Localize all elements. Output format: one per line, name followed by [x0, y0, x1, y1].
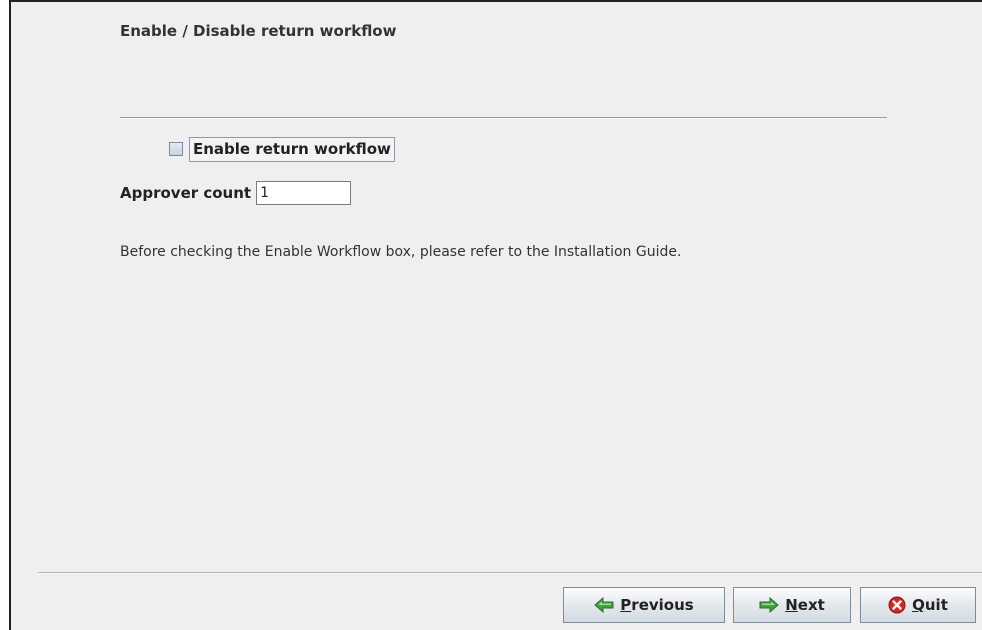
- enable-workflow-label[interactable]: Enable return workflow: [189, 136, 395, 162]
- previous-label: Previous: [620, 596, 693, 614]
- quit-label: Quit: [912, 596, 948, 614]
- bottom-separator: [38, 572, 982, 574]
- next-mnemonic: N: [785, 596, 798, 614]
- page-title: Enable / Disable return workflow: [120, 22, 397, 40]
- approver-count-input[interactable]: 1: [256, 181, 352, 205]
- arrow-left-icon: [594, 597, 614, 613]
- info-text: Before checking the Enable Workflow box,…: [120, 244, 682, 260]
- previous-mnemonic: P: [620, 596, 632, 614]
- quit-mnemonic: Q: [912, 596, 925, 614]
- top-separator: [120, 117, 887, 119]
- next-button[interactable]: Next: [733, 587, 851, 623]
- checkbox-box[interactable]: [169, 142, 183, 156]
- previous-label-rest: revious: [631, 596, 694, 614]
- stop-icon: [888, 596, 906, 614]
- next-label-rest: ext: [797, 596, 825, 614]
- approver-count-row: Approver count 1: [120, 180, 352, 206]
- installer-window: Enable / Disable return workflow Enable …: [9, 0, 982, 630]
- approver-count-label: Approver count: [120, 184, 252, 202]
- arrow-right-icon: [759, 597, 779, 613]
- previous-button[interactable]: Previous: [563, 587, 725, 623]
- quit-button[interactable]: Quit: [860, 587, 976, 623]
- quit-label-rest: uit: [924, 596, 948, 614]
- enable-workflow-checkbox[interactable]: Enable return workflow: [166, 136, 395, 162]
- next-label: Next: [785, 596, 825, 614]
